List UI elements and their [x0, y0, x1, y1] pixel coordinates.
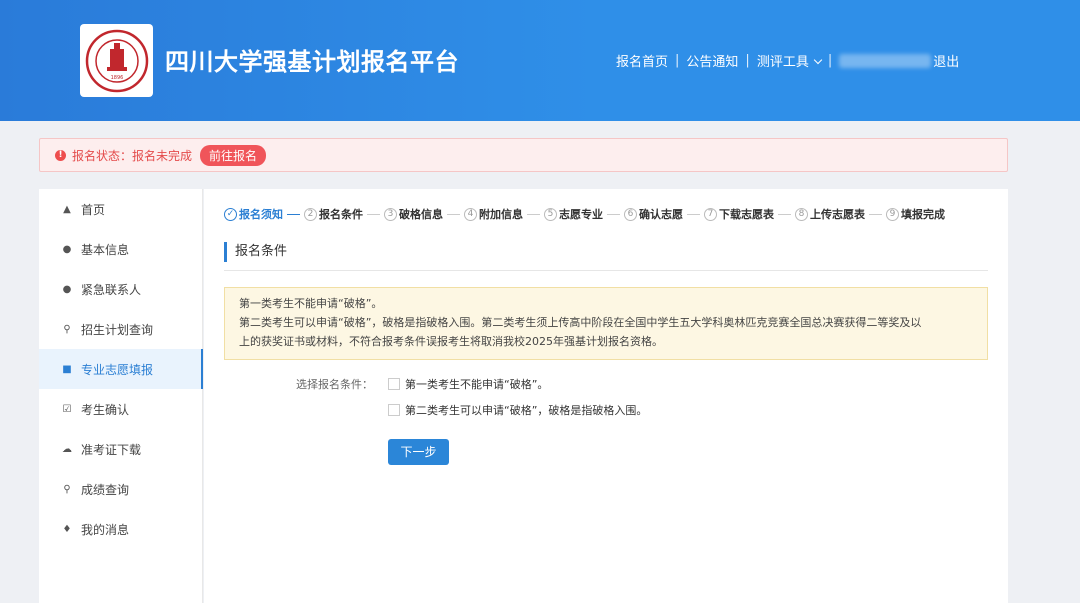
university-seal-icon: 1896 — [85, 29, 148, 92]
step-number: 7 — [704, 207, 717, 221]
header: 1896 四川大学强基计划报名平台 报名首页 | 公告通知 | 测评工具 | 退… — [0, 0, 1080, 121]
sidebar-item-label: 考生确认 — [81, 402, 130, 417]
step-connector — [367, 213, 380, 215]
condition-label: 选择报名条件： — [296, 378, 373, 391]
step-label: 破格信息 — [399, 208, 443, 221]
step-connector — [287, 213, 300, 215]
sidebar-item-label: 我的消息 — [81, 522, 130, 537]
step-number: 2 — [304, 207, 317, 221]
step-number: 3 — [384, 207, 397, 221]
step-connector — [527, 213, 540, 215]
checkbox[interactable] — [388, 404, 400, 416]
step-8: 8 上传志愿表 — [795, 206, 865, 222]
sidebar-item-score-query[interactable]: ⚲ 成绩查询 — [39, 469, 202, 509]
sidebar-item-basic-info[interactable]: ● 基本信息 — [39, 229, 202, 269]
sidebar: ▲ 首页 ● 基本信息 ● 紧急联系人 ⚲ 招生计划查询 ■ 专业志愿填报 ☑ … — [39, 189, 203, 603]
username-redacted[interactable] — [839, 53, 932, 68]
cloud-download-icon: ☁ — [62, 443, 72, 455]
nav-tools-label: 测评工具 — [756, 55, 809, 70]
step-2: 2 报名条件 — [304, 206, 363, 222]
divider — [224, 270, 988, 271]
step-1: ✓ 报名须知 — [224, 206, 283, 222]
svg-text:1896: 1896 — [110, 75, 123, 81]
user-icon: ● — [62, 283, 72, 295]
sidebar-item-label: 成绩查询 — [81, 482, 130, 497]
nav-notice-link[interactable]: 公告通知 — [686, 51, 738, 70]
document-icon: ■ — [62, 363, 72, 375]
university-logo[interactable]: 1896 — [80, 24, 153, 97]
step-label: 填报完成 — [901, 208, 945, 221]
step-5: 5 志愿专业 — [544, 206, 603, 222]
alert-icon: ! — [55, 149, 66, 161]
user-icon: ● — [62, 243, 72, 255]
sidebar-item-label: 招生计划查询 — [81, 322, 154, 337]
step-connector — [687, 213, 700, 215]
sidebar-item-major-application[interactable]: ■ 专业志愿填报 — [39, 349, 203, 389]
nav-separator: | — [827, 53, 833, 68]
home-icon: ▲ — [63, 203, 71, 215]
sidebar-item-plan-query[interactable]: ⚲ 招生计划查询 — [39, 309, 202, 349]
section-title: 报名条件 — [224, 242, 287, 262]
step-4: 4 附加信息 — [464, 206, 523, 222]
bell-icon: ♦ — [62, 523, 72, 535]
sidebar-item-label: 准考证下载 — [81, 442, 142, 457]
condition-option-2[interactable]: 第二类考生可以申请“破格”，破格是指破格入围。 — [388, 402, 647, 418]
chevron-down-icon — [813, 55, 823, 65]
step-label: 确认志愿 — [639, 208, 683, 221]
notice-line: 第二类考生可以申请“破格”，破格是指破格入围。第二类考生须上传高中阶段在全国中学… — [239, 316, 922, 329]
option-label: 第一类考生不能申请“破格”。 — [405, 378, 549, 391]
step-number: 9 — [886, 207, 899, 221]
step-9: 9 填报完成 — [886, 206, 945, 222]
sidebar-item-candidate-confirm[interactable]: ☑ 考生确认 — [39, 389, 202, 429]
step-label: 上传志愿表 — [810, 208, 865, 221]
sidebar-item-label: 专业志愿填报 — [81, 362, 154, 377]
notice-line: 第一类考生不能申请“破格”。 — [239, 297, 383, 310]
step-connector — [869, 213, 882, 215]
progress-steps: ✓ 报名须知 2 报名条件 3 破格信息 4 附加信息 5 志愿专业 6 确认志愿 7 下载志… — [224, 206, 945, 222]
step-check-icon: ✓ — [224, 207, 237, 221]
checkbox[interactable] — [388, 378, 400, 390]
step-connector — [607, 213, 620, 215]
step-number: 8 — [795, 207, 808, 221]
sidebar-item-label: 基本信息 — [81, 242, 130, 257]
sidebar-item-emergency-contact[interactable]: ● 紧急联系人 — [39, 269, 202, 309]
search-icon: ⚲ — [63, 483, 71, 495]
sidebar-item-messages[interactable]: ♦ 我的消息 — [39, 509, 202, 549]
top-nav: 报名首页 | 公告通知 | 测评工具 | 退出 — [616, 51, 959, 70]
search-icon: ⚲ — [63, 323, 71, 335]
option-label: 第二类考生可以申请“破格”，破格是指破格入围。 — [405, 404, 648, 417]
logout-link[interactable]: 退出 — [933, 51, 959, 70]
step-7: 7 下载志愿表 — [704, 206, 774, 222]
status-text: 报名状态：报名未完成 — [72, 148, 193, 163]
registration-status-bar: ! 报名状态：报名未完成 前往报名 — [39, 138, 1008, 172]
sidebar-item-label: 紧急联系人 — [81, 282, 142, 297]
step-3: 3 破格信息 — [384, 206, 443, 222]
sidebar-item-home[interactable]: ▲ 首页 — [39, 189, 202, 229]
sidebar-item-label: 首页 — [81, 202, 106, 217]
step-connector — [447, 213, 460, 215]
step-number: 6 — [624, 207, 637, 221]
step-number: 5 — [544, 207, 557, 221]
step-label: 下载志愿表 — [719, 208, 774, 221]
nav-home-link[interactable]: 报名首页 — [616, 51, 668, 70]
step-label: 附加信息 — [479, 208, 523, 221]
step-number: 4 — [464, 207, 477, 221]
next-step-button[interactable]: 下一步 — [388, 439, 449, 465]
step-label: 报名须知 — [239, 208, 283, 221]
notice-box: 第一类考生不能申请“破格”。 第二类考生可以申请“破格”，破格是指破格入围。第二… — [224, 287, 988, 360]
notice-line: 上的获奖证书或材料，不符合报考条件误报考生将取消我校2025年强基计划报名资格。 — [239, 335, 663, 348]
step-label: 志愿专业 — [559, 208, 603, 221]
site-title: 四川大学强基计划报名平台 — [165, 48, 459, 76]
step-6: 6 确认志愿 — [624, 206, 683, 222]
go-register-button[interactable]: 前往报名 — [200, 144, 267, 166]
nav-separator: | — [745, 53, 750, 68]
nav-separator: | — [675, 53, 680, 68]
main-panel: ✓ 报名须知 2 报名条件 3 破格信息 4 附加信息 5 志愿专业 6 确认志愿 7 下载志… — [204, 189, 1008, 603]
condition-option-1[interactable]: 第一类考生不能申请“破格”。 — [388, 376, 548, 392]
nav-tools-dropdown[interactable]: 测评工具 — [756, 51, 823, 70]
sidebar-item-admission-ticket[interactable]: ☁ 准考证下载 — [39, 429, 202, 469]
checkbox-icon: ☑ — [62, 403, 72, 415]
step-connector — [778, 213, 791, 215]
step-label: 报名条件 — [319, 208, 363, 221]
